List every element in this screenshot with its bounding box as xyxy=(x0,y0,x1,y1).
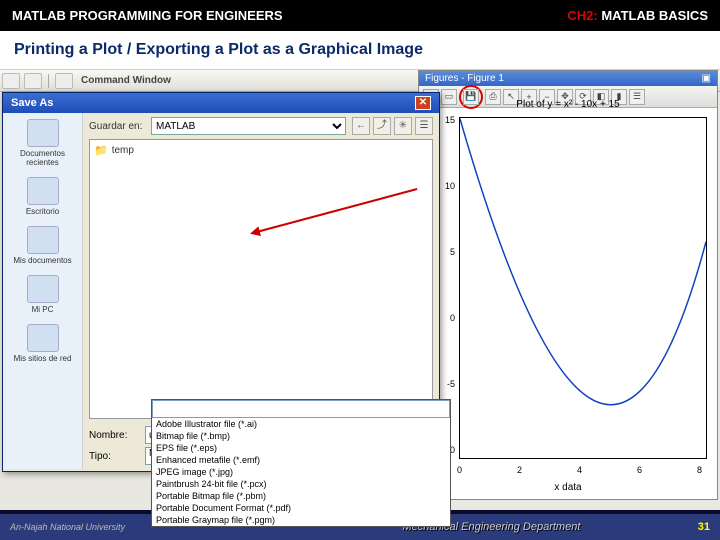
file-list[interactable]: temp xyxy=(89,139,433,419)
workspace: Command Window Figures - Figure 1▣ □ ▭ 💾… xyxy=(0,70,720,510)
cut-icon[interactable] xyxy=(55,73,73,89)
type-option[interactable]: Paintbrush 24-bit file (*.pcx) xyxy=(152,478,450,490)
place-desktop[interactable]: Escritorio xyxy=(7,177,78,216)
figure-controls-icon[interactable]: ▣ xyxy=(702,73,711,84)
lookin-select[interactable]: MATLAB xyxy=(151,117,346,135)
save-as-dialog: Save As ✕ Documentos recientes Escritori… xyxy=(2,92,440,472)
type-option[interactable]: Bitmap file (*.bmp) xyxy=(152,430,450,442)
figure-titlebar[interactable]: Figures - Figure 1▣ xyxy=(419,71,717,86)
plot-axes xyxy=(459,117,707,459)
views-icon[interactable]: ☰ xyxy=(415,117,433,135)
type-option[interactable]: JPEG image (*.jpg) xyxy=(152,466,450,478)
type-option[interactable]: MATLAB Figure (*.fig) xyxy=(152,400,450,418)
place-mypc[interactable]: Mi PC xyxy=(7,275,78,314)
footer-university: An-Najah National University xyxy=(10,522,125,532)
type-option[interactable]: EPS file (*.eps) xyxy=(152,442,450,454)
slide-header: MATLAB PROGRAMMING FOR ENGINEERS CH2: MA… xyxy=(0,0,720,31)
parabola-curve xyxy=(460,119,706,405)
slide-title: Printing a Plot / Exporting a Plot as a … xyxy=(0,31,720,70)
new-icon[interactable] xyxy=(2,73,20,89)
place-documents[interactable]: Mis documentos xyxy=(7,226,78,265)
figure-window: Figures - Figure 1▣ □ ▭ 💾 ⎙ ↖ + − ✥ ⟳ ◧ … xyxy=(418,70,718,500)
close-icon[interactable]: ✕ xyxy=(415,96,431,110)
lookin-label: Guardar en: xyxy=(89,121,145,132)
folder-item[interactable]: temp xyxy=(94,144,428,157)
filetype-label: Tipo: xyxy=(89,451,141,462)
type-option[interactable]: Portable Document Format (*.pdf) xyxy=(152,502,450,514)
up-icon[interactable]: ⤴ xyxy=(373,117,391,135)
place-network[interactable]: Mis sitios de red xyxy=(7,324,78,363)
open-icon[interactable] xyxy=(24,73,42,89)
header-right: CH2: MATLAB BASICS xyxy=(567,8,708,23)
command-window-label: Command Window xyxy=(81,75,171,86)
filetype-dropdown[interactable]: MATLAB Figure (*.fig) Adobe Illustrator … xyxy=(151,399,451,527)
places-bar: Documentos recientes Escritorio Mis docu… xyxy=(3,113,83,469)
page-number: 31 xyxy=(698,521,710,533)
header-left: MATLAB PROGRAMMING FOR ENGINEERS xyxy=(12,8,283,23)
filename-label: Nombre: xyxy=(89,430,141,441)
type-option[interactable]: Adobe Illustrator file (*.ai) xyxy=(152,418,450,430)
plot-title: Plot of y = x² - 10x + 15 xyxy=(419,99,717,110)
place-recent[interactable]: Documentos recientes xyxy=(7,119,78,167)
type-option[interactable]: Enhanced metafile (*.emf) xyxy=(152,454,450,466)
newfolder-icon[interactable]: ✳ xyxy=(394,117,412,135)
x-axis-label: x data xyxy=(419,482,717,493)
back-icon[interactable]: ← xyxy=(352,117,370,135)
type-option[interactable]: Portable Bitmap file (*.pbm) xyxy=(152,490,450,502)
saveas-titlebar[interactable]: Save As ✕ xyxy=(3,93,439,113)
type-option[interactable]: Portable Graymap file (*.pgm) xyxy=(152,514,450,526)
